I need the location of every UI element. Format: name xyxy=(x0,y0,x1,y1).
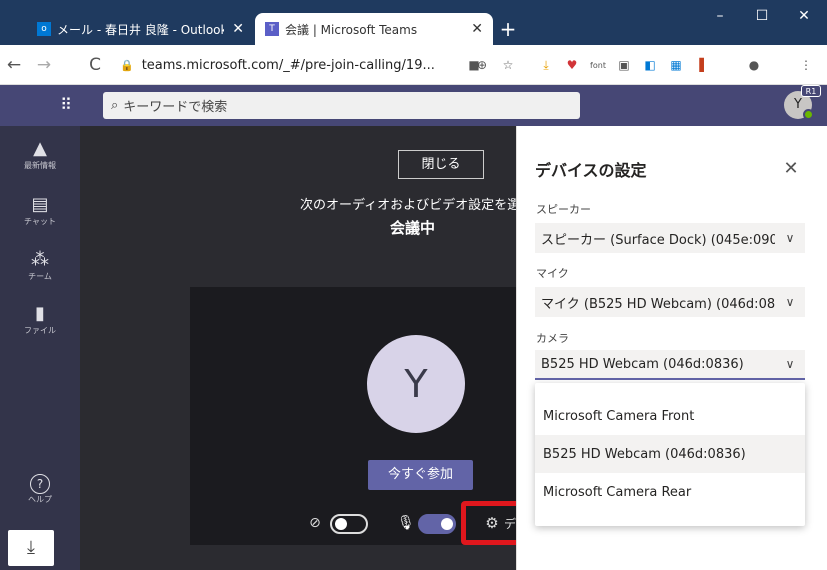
camera-option[interactable]: B525 HD Webcam (046d:0836) xyxy=(535,435,805,473)
rail-item-label: ファイル xyxy=(24,326,56,335)
rail-item-chat[interactable]: ▤ チャット xyxy=(0,194,80,244)
reload-button[interactable]: C xyxy=(83,53,107,77)
join-now-button[interactable]: 今すぐ参加 xyxy=(368,460,473,490)
lock-icon: 🔒 xyxy=(120,58,134,72)
close-tab-icon[interactable]: ✕ xyxy=(471,21,483,37)
new-tab-button[interactable]: + xyxy=(497,18,519,40)
office-ext-icon[interactable]: ▌ xyxy=(694,55,714,75)
speaker-select[interactable]: スピーカー (Surface Dock) (045e:0905) ∨ xyxy=(535,223,805,253)
rail-item-label: 最新情報 xyxy=(24,161,56,170)
search-icon: ⌕ xyxy=(111,98,119,113)
profile-icon[interactable]: ● xyxy=(744,55,764,75)
menu-icon[interactable]: ⋮ xyxy=(796,55,816,75)
toggle-knob xyxy=(335,518,347,530)
file-icon: ▮ xyxy=(35,303,45,324)
speaker-value: スピーカー (Surface Dock) (045e:0905) xyxy=(541,232,775,248)
toggle-knob xyxy=(441,518,453,530)
camera-option[interactable]: Microsoft Camera Front xyxy=(535,397,805,435)
heart-ext-icon[interactable]: ♥ xyxy=(562,55,582,75)
meeting-title: 会議中 xyxy=(390,219,436,237)
translate-ext-icon[interactable]: ◧ xyxy=(640,55,660,75)
close-button[interactable]: 閉じる xyxy=(398,150,484,179)
pocket-ext-icon[interactable]: ▣ xyxy=(614,55,634,75)
maximize-button[interactable]: ☐ xyxy=(742,4,782,28)
font-ext-icon[interactable]: font xyxy=(588,55,608,75)
mic-toggle[interactable] xyxy=(418,514,456,534)
tab-outlook[interactable]: o メール - 春日井 良隆 - Outlook ✕ xyxy=(27,13,254,45)
forward-button[interactable]: → xyxy=(32,53,56,77)
search-placeholder: キーワードで検索 xyxy=(123,100,228,115)
camera-value: B525 HD Webcam (046d:0836) xyxy=(541,356,744,372)
speaker-label: スピーカー xyxy=(536,203,591,216)
rail-item-help[interactable]: ? ヘルプ xyxy=(0,474,80,524)
camera-toggle[interactable] xyxy=(330,514,368,534)
instruction-text: 次のオーディオおよびビデオ設定を選択 xyxy=(300,198,516,213)
preview-avatar: Y xyxy=(367,335,465,433)
rail-item-activity[interactable]: ▲ 最新情報 xyxy=(0,138,80,188)
bell-icon: ▲ xyxy=(33,138,47,159)
rail-item-teams[interactable]: ⁂ チーム xyxy=(0,249,80,299)
download-ext-icon[interactable]: ⤓ xyxy=(536,55,556,75)
download-app-button[interactable]: ⤓ xyxy=(8,530,54,566)
download-icon: ⤓ xyxy=(27,537,35,558)
close-tab-icon[interactable]: ✕ xyxy=(232,21,244,37)
presence-status xyxy=(803,109,814,120)
teams-header: ⠿ ⌕ キーワードで検索 Y R1 xyxy=(0,85,827,126)
chevron-down-icon: ∨ xyxy=(785,295,795,309)
mic-icon: 🎙 xyxy=(397,515,415,531)
star-icon[interactable]: ☆ xyxy=(498,55,518,75)
camera-select[interactable]: B525 HD Webcam (046d:0836) ∨ xyxy=(535,350,805,380)
tab-teams[interactable]: T 会議 | Microsoft Teams ✕ xyxy=(255,13,493,45)
browser-toolbar: ← → C 🔒 teams.microsoft.com/_#/pre-join-… xyxy=(0,45,827,85)
chevron-down-icon: ∨ xyxy=(785,231,795,245)
grid-ext-icon[interactable]: ▦ xyxy=(666,55,686,75)
address-bar[interactable]: 🔒 teams.microsoft.com/_#/pre-join-callin… xyxy=(120,52,456,78)
window-close-button[interactable]: ✕ xyxy=(784,4,824,28)
back-button[interactable]: ← xyxy=(2,53,26,77)
camera-label: カメラ xyxy=(536,332,569,345)
app-launcher-icon[interactable]: ⠿ xyxy=(56,95,76,115)
close-icon[interactable]: ✕ xyxy=(780,158,802,180)
outlook-icon: o xyxy=(37,22,51,36)
chevron-down-icon: ∨ xyxy=(785,357,795,371)
rail-item-label: チーム xyxy=(28,272,52,281)
panel-title: デバイスの設定 xyxy=(535,161,647,180)
rail-item-label: チャット xyxy=(24,217,56,226)
minimize-button[interactable]: – xyxy=(700,4,740,28)
help-icon: ? xyxy=(30,474,50,494)
ring-badge: R1 xyxy=(801,85,821,97)
zoom-icon[interactable]: ⊕ xyxy=(472,55,492,75)
camera-off-icon: ⊘ xyxy=(309,515,321,531)
rail-item-files[interactable]: ▮ ファイル xyxy=(0,303,80,353)
search-input[interactable]: ⌕ キーワードで検索 xyxy=(103,92,580,119)
mic-label: マイク xyxy=(536,267,569,280)
teams-people-icon: ⁂ xyxy=(31,249,49,270)
rail-item-label: ヘルプ xyxy=(28,495,52,504)
chat-icon: ▤ xyxy=(31,194,49,215)
camera-option[interactable]: Microsoft Camera Rear xyxy=(535,473,805,511)
mic-value: マイク (B525 HD Webcam) (046d:0836) xyxy=(541,296,775,312)
browser-tab-strip: o メール - 春日井 良隆 - Outlook ✕ T 会議 | Micros… xyxy=(0,0,827,45)
tab-title: 会議 | Microsoft Teams xyxy=(285,22,418,37)
mic-select[interactable]: マイク (B525 HD Webcam) (046d:0836) ∨ xyxy=(535,287,805,317)
address-text: teams.microsoft.com/_#/pre-join-calling/… xyxy=(141,57,435,73)
teams-icon: T xyxy=(265,22,279,36)
tab-title: メール - 春日井 良隆 - Outlook xyxy=(57,22,225,37)
